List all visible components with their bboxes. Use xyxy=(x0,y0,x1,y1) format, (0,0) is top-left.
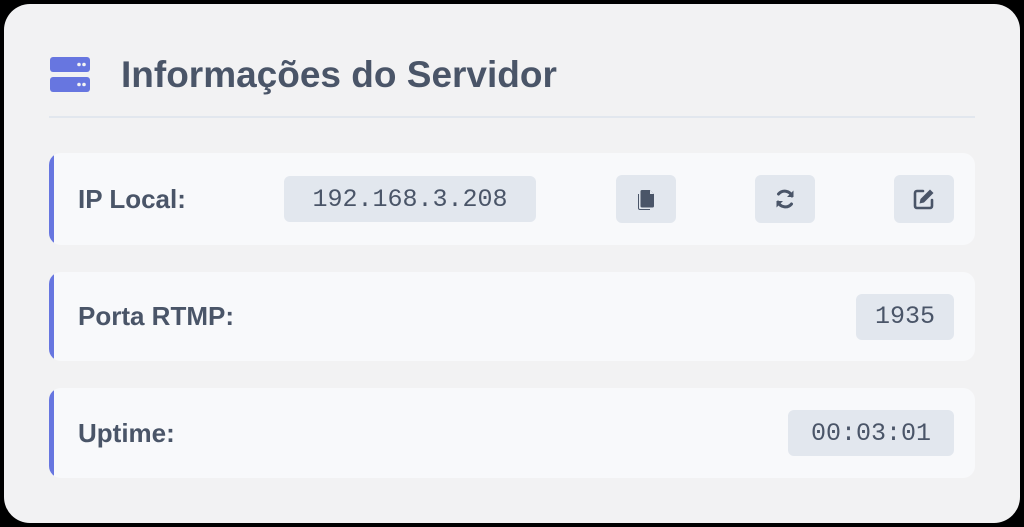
page-title: Informações do Servidor xyxy=(121,54,557,95)
row-accent-bar xyxy=(49,153,54,245)
refresh-ip-button[interactable] xyxy=(755,175,815,223)
card-header: Informações do Servidor xyxy=(49,50,975,118)
edit-icon xyxy=(912,187,936,211)
server-info-card: Informações do Servidor IP Local: 192.16… xyxy=(4,4,1020,523)
uptime-label: Uptime: xyxy=(78,417,175,448)
server-icon xyxy=(50,57,90,93)
ip-local-value: 192.168.3.208 xyxy=(284,176,536,222)
rtmp-port-label: Porta RTMP: xyxy=(78,301,234,331)
rtmp-port-row: Porta RTMP: 1935 xyxy=(49,272,975,361)
refresh-icon xyxy=(773,187,797,211)
copy-icon xyxy=(634,186,658,212)
ip-local-row: IP Local: 192.168.3.208 xyxy=(49,153,975,245)
rtmp-port-value: 1935 xyxy=(856,293,954,340)
copy-ip-button[interactable] xyxy=(616,175,676,223)
uptime-row: Uptime: 00:03:01 xyxy=(49,388,975,478)
edit-ip-button[interactable] xyxy=(894,175,954,223)
row-accent-bar xyxy=(49,388,54,478)
row-accent-bar xyxy=(49,272,54,361)
uptime-value: 00:03:01 xyxy=(788,410,954,456)
ip-local-label: IP Local: xyxy=(78,183,186,214)
